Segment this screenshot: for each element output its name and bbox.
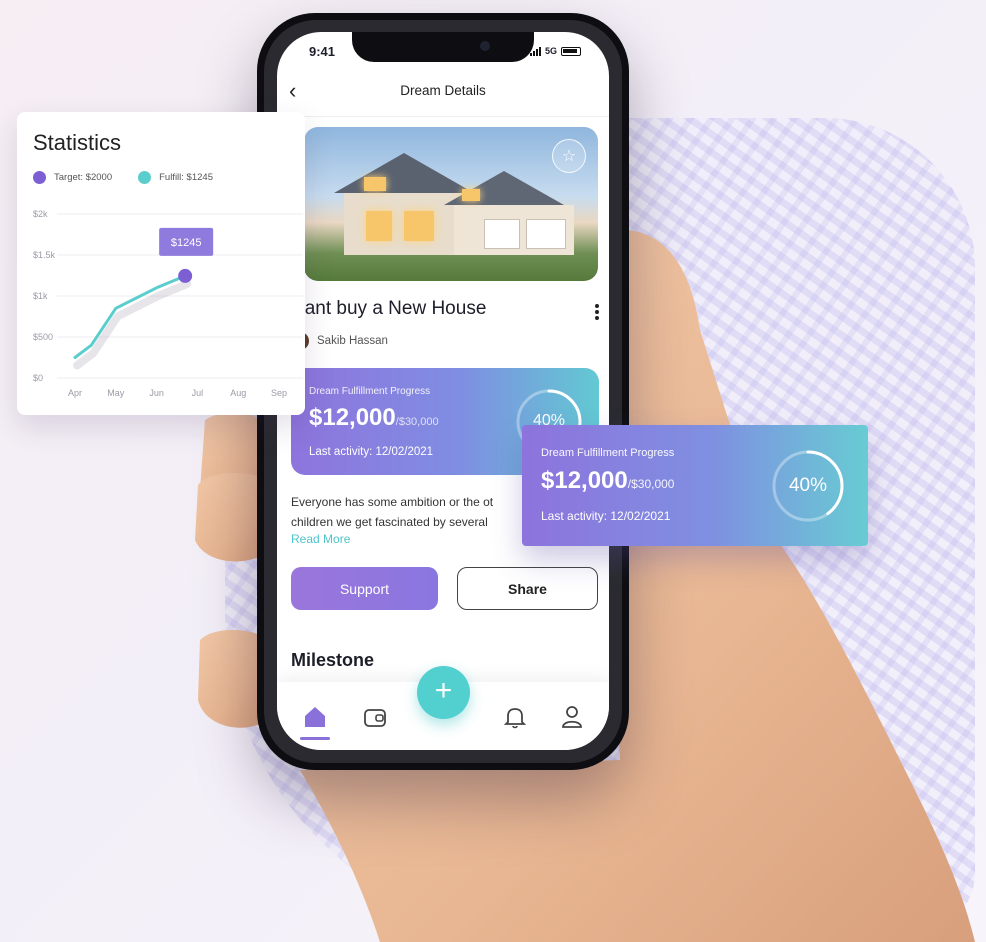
x-tick-label: Jun (149, 388, 164, 398)
share-button[interactable]: Share (457, 567, 598, 610)
progress-label: Dream Fulfillment Progress (309, 386, 431, 397)
read-more-link[interactable]: Read More (291, 532, 350, 546)
floating-progress-card: Dream Fulfillment Progress $12,000/$30,0… (522, 425, 868, 546)
legend-fulfill: Fulfill: $1245 (138, 171, 213, 184)
add-button[interactable]: + (417, 666, 470, 719)
milestone-heading: Milestone (291, 650, 375, 670)
profile-icon[interactable] (557, 702, 587, 732)
active-tab-indicator (300, 737, 330, 740)
data-point (178, 268, 193, 283)
home-icon[interactable] (300, 702, 330, 732)
header-divider (277, 116, 609, 117)
tooltip-label: $1245 (171, 237, 202, 249)
y-tick-label: $500 (33, 332, 53, 342)
float-progress-amount: $12,000/$30,000 (541, 467, 675, 494)
bell-icon[interactable] (500, 702, 530, 732)
status-indicators: 5G (529, 46, 581, 56)
progress-target: /$30,000 (395, 416, 439, 428)
x-tick-label: May (107, 388, 125, 398)
progress-amount: $12,000/$30,000 (309, 404, 439, 431)
camera (480, 41, 490, 51)
last-activity: Last activity: 12/02/2021 (309, 446, 434, 458)
more-options-icon[interactable] (595, 302, 599, 322)
y-tick-label: $1.5k (33, 250, 56, 260)
page-title: Dream Details (400, 83, 486, 98)
dream-image: ☆ (304, 127, 598, 281)
y-tick-label: $2k (33, 209, 48, 219)
statistics-title: Statistics (33, 130, 122, 155)
dream-title: want buy a New House (291, 298, 487, 319)
author-name: Sakib Hassan (317, 335, 388, 347)
author: Sakib Hassan (291, 332, 388, 350)
float-progress-label: Dream Fulfillment Progress (541, 447, 675, 459)
top-bar: ‹ Dream Details (277, 78, 609, 108)
signal-icon (529, 46, 541, 56)
phone-screen: 9:41 5G ‹ Dream Details ☆ want buy a New… (277, 32, 609, 750)
float-progress-target: /$30,000 (627, 477, 675, 491)
y-tick-label: $0 (33, 373, 43, 383)
x-tick-label: Sep (271, 388, 287, 398)
battery-icon (561, 46, 581, 56)
star-icon[interactable]: ☆ (552, 139, 586, 173)
float-progress-percent: 40% (788, 475, 828, 496)
x-tick-label: Apr (68, 388, 82, 398)
x-tick-label: Jul (192, 388, 204, 398)
support-button[interactable]: Support (291, 567, 438, 610)
network-label: 5G (544, 46, 557, 56)
y-tick-label: $1k (33, 291, 48, 301)
float-last-activity: Last activity: 12/02/2021 (541, 509, 671, 523)
legend-target: Target: $2000 (33, 171, 112, 184)
notch (352, 32, 534, 62)
statistics-chart: $0 $500 $1k $1.5k $2k Apr May Jun Jul Aug Sep $1245 (33, 209, 303, 398)
x-tick-label: Aug (230, 388, 246, 398)
statistics-card: Statistics Target: $2000 Fulfill: $1245 … (17, 112, 305, 415)
chart-legend: Target: $2000 Fulfill: $1245 (33, 171, 213, 184)
wallet-icon[interactable] (360, 702, 390, 732)
status-time: 9:41 (309, 44, 336, 59)
